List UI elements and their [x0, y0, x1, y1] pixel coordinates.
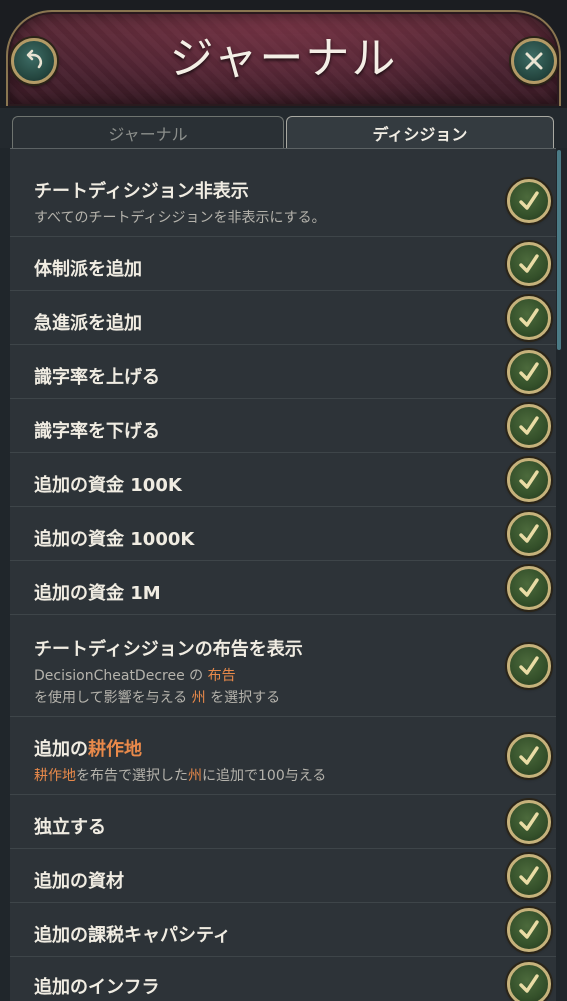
decision-name: 独立する — [34, 817, 106, 838]
tab-bar: ジャーナル ディシジョン — [0, 108, 567, 148]
decision-list: チートディシジョン非表示 すべてのチートディシジョンを非表示にする。 体制派を追… — [10, 148, 556, 1001]
name-text: 追加の — [34, 739, 88, 760]
decision-name: 識字率を上げる — [34, 367, 160, 388]
decision-item[interactable]: 識字率を下げる — [10, 399, 556, 453]
checkmark-icon — [519, 920, 539, 939]
tab-journal[interactable]: ジャーナル — [12, 116, 284, 148]
decision-item[interactable]: 追加の課税キャパシティ — [10, 903, 556, 957]
desc-text: を使用して影響を与える — [34, 690, 192, 706]
decision-item[interactable]: 急進派を追加 — [10, 291, 556, 345]
checkmark-icon — [519, 470, 539, 489]
confirm-check-button[interactable] — [507, 908, 551, 952]
desc-text: DecisionCheatDecree の — [34, 668, 208, 684]
decision-name: 追加の資金 1M — [34, 583, 161, 604]
confirm-check-button[interactable] — [507, 242, 551, 286]
confirm-check-button[interactable] — [507, 404, 551, 448]
decision-item[interactable]: 追加の資金 100K — [10, 453, 556, 507]
decision-name: チートディシジョン非表示 — [34, 181, 249, 202]
confirm-check-button[interactable] — [507, 800, 551, 844]
page-title: ジャーナル — [169, 33, 398, 84]
checkmark-icon — [519, 416, 539, 435]
close-icon — [525, 52, 543, 70]
confirm-check-button[interactable] — [507, 179, 551, 223]
decision-name: 追加の資材 — [34, 871, 124, 892]
decision-name: 急進派を追加 — [34, 313, 142, 334]
confirm-check-button[interactable] — [507, 644, 551, 688]
checkmark-icon — [519, 578, 539, 597]
decision-desc: DecisionCheatDecree の 布告 — [34, 665, 236, 685]
decision-item[interactable]: 追加の資金 1000K — [10, 507, 556, 561]
checkmark-icon — [519, 812, 539, 831]
decision-name: 追加の耕作地 — [34, 735, 142, 761]
confirm-check-button[interactable] — [507, 458, 551, 502]
confirm-check-button[interactable] — [507, 296, 551, 340]
decision-item[interactable]: チートディシジョンの布告を表示 DecisionCheatDecree の 布告… — [10, 615, 556, 717]
checkmark-icon — [519, 308, 539, 327]
decision-name: 追加の資金 1000K — [34, 529, 195, 550]
checkmark-icon — [519, 746, 539, 765]
tab-decision[interactable]: ディシジョン — [286, 116, 554, 148]
back-button[interactable] — [11, 38, 57, 84]
decision-name: チートディシジョンの布告を表示 — [34, 639, 303, 660]
decision-name: 体制派を追加 — [34, 259, 142, 280]
decision-item[interactable]: 追加の資材 — [10, 849, 556, 903]
checkmark-icon — [519, 524, 539, 543]
desc-text: を布告で選択した — [76, 768, 188, 784]
journal-header: ジャーナル — [0, 0, 567, 108]
decision-desc: すべてのチートディシジョンを非表示にする。 — [34, 210, 326, 226]
decision-name: 追加のインフラ — [34, 977, 160, 998]
decision-item[interactable]: 追加の資金 1M — [10, 561, 556, 615]
decision-name: 追加の課税キャパシティ — [34, 925, 231, 946]
decision-desc: 耕作地を布告で選択した州に追加で100与える — [34, 765, 326, 785]
decision-item[interactable]: 識字率を上げる — [10, 345, 556, 399]
list-scrollbar[interactable] — [557, 150, 561, 350]
close-button[interactable] — [511, 38, 557, 84]
state-link[interactable]: 州 — [192, 690, 206, 706]
arable-land-link[interactable]: 耕作地 — [34, 768, 76, 784]
checkmark-icon — [519, 656, 539, 675]
decision-desc: を使用して影響を与える 州 を選択する — [34, 687, 280, 707]
state-link[interactable]: 州 — [188, 768, 202, 784]
decision-item[interactable]: 体制派を追加 — [10, 237, 556, 291]
arable-land-link[interactable]: 耕作地 — [88, 739, 142, 760]
checkmark-icon — [519, 362, 539, 381]
confirm-check-button[interactable] — [507, 962, 551, 1001]
checkmark-icon — [519, 191, 539, 210]
decision-item[interactable]: 追加のインフラ — [10, 957, 556, 1001]
checkmark-icon — [519, 866, 539, 885]
confirm-check-button[interactable] — [507, 566, 551, 610]
decision-item[interactable]: 追加の耕作地 耕作地を布告で選択した州に追加で100与える — [10, 717, 556, 795]
confirm-check-button[interactable] — [507, 854, 551, 898]
decision-name: 識字率を下げる — [34, 421, 160, 442]
confirm-check-button[interactable] — [507, 734, 551, 778]
confirm-check-button[interactable] — [507, 512, 551, 556]
back-arrow-icon — [26, 49, 43, 69]
decision-name: 追加の資金 100K — [34, 475, 182, 496]
desc-text: に追加で100与える — [202, 768, 327, 784]
desc-text: を選択する — [205, 690, 281, 706]
confirm-check-button[interactable] — [507, 350, 551, 394]
decree-link[interactable]: 布告 — [208, 668, 236, 684]
checkmark-icon — [519, 254, 539, 273]
checkmark-icon — [519, 974, 539, 993]
decision-item[interactable]: 独立する — [10, 795, 556, 849]
decision-item[interactable]: チートディシジョン非表示 すべてのチートディシジョンを非表示にする。 — [10, 149, 556, 237]
